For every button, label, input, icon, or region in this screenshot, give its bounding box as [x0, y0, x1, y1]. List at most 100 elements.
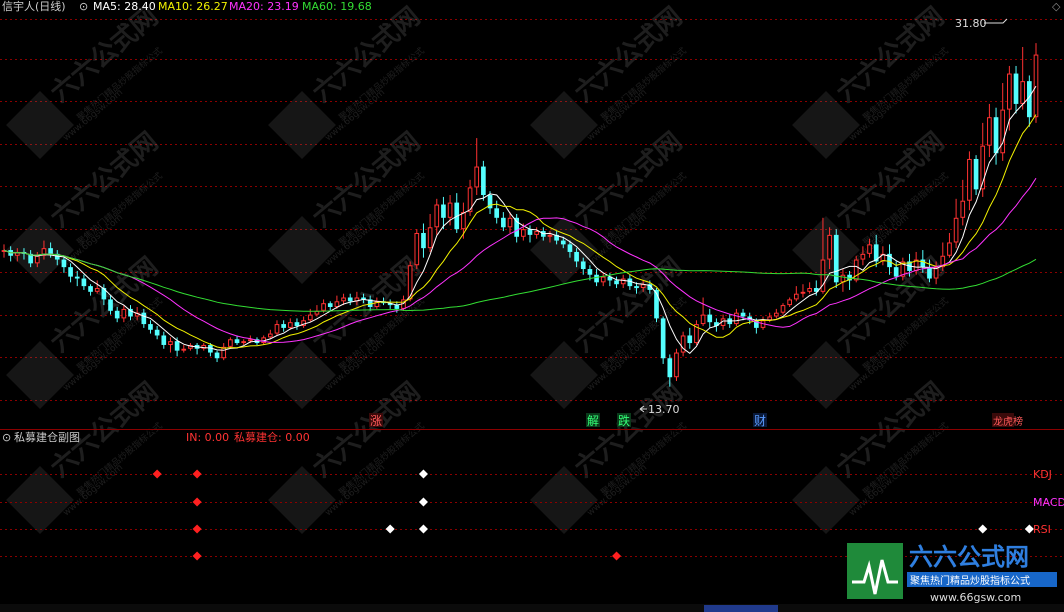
candle-body: [793, 293, 799, 300]
candle-body: [141, 312, 147, 325]
candle-body: [461, 212, 466, 230]
candle-body: [447, 202, 453, 218]
candle-body: [421, 232, 426, 249]
ma5-label: MA5: 28.40: [93, 0, 156, 13]
candle-body: [614, 280, 619, 285]
candle-body: [174, 341, 180, 351]
candlestick[interactable]: [674, 348, 679, 382]
candle-body: [481, 166, 486, 196]
ma60-label: MA60: 19.68: [302, 0, 372, 13]
candle-body: [780, 305, 786, 313]
logo-slogan-text: 聚焦热门精品炒股指标公式: [910, 574, 1030, 587]
logo-url-text: www.66gsw.com: [930, 591, 1021, 604]
row-label-kdj: KDJ: [1033, 468, 1052, 481]
candle-body: [600, 276, 606, 283]
candle-body: [121, 308, 127, 319]
date-axis-highlight: [704, 605, 778, 612]
chevron-down-icon[interactable]: ⊙: [79, 0, 88, 13]
candle-body: [734, 312, 739, 325]
candle-body: [434, 204, 440, 228]
candle-body: [154, 329, 160, 336]
candlestick[interactable]: [660, 316, 666, 364]
candle-body: [494, 208, 500, 218]
candle-body: [321, 303, 326, 311]
event-marker-jie[interactable]: 解: [587, 414, 599, 428]
candle-body: [867, 244, 872, 254]
ma10-label: MA10: 26.27: [158, 0, 228, 13]
candle-body: [927, 267, 932, 279]
candle-body: [287, 322, 293, 328]
candle-body: [707, 314, 713, 323]
candle-body: [181, 348, 187, 351]
candle-body: [1033, 54, 1039, 118]
main-header: 信宇人(日线) ⊙ MA5: 28.40 MA10: 26.27 MA20: 2…: [2, 0, 372, 13]
date-axis-strip: [0, 604, 1064, 612]
candle-body: [987, 117, 992, 146]
sub-jiancang-value: 私募建仓: 0.00: [234, 430, 310, 444]
candle-body: [114, 310, 120, 319]
candle-body: [787, 299, 792, 306]
candle-body: [267, 333, 273, 338]
candlestick[interactable]: [973, 155, 979, 196]
candle-body: [427, 227, 433, 249]
diamond-menu-icon[interactable]: ◇: [1052, 0, 1061, 13]
candle-body: [241, 341, 247, 344]
candle-body: [341, 297, 346, 302]
candle-body: [967, 158, 972, 201]
candle-body: [414, 232, 420, 266]
candle-body: [547, 234, 553, 237]
candle-body: [860, 253, 866, 260]
candle-body: [1013, 73, 1019, 104]
candle-body: [660, 318, 666, 359]
candle-body: [441, 204, 446, 218]
candlestick[interactable]: [1033, 43, 1039, 123]
candle-body: [774, 312, 779, 317]
event-marker-die[interactable]: 跌: [618, 413, 630, 428]
candle-body: [807, 288, 812, 292]
candle-body: [514, 217, 520, 237]
candle-body: [61, 259, 67, 268]
candle-body: [700, 314, 706, 325]
candle-body: [307, 314, 313, 321]
candle-body: [248, 339, 253, 342]
row-label-macd: MACD: [1033, 496, 1064, 509]
logo-brand-text: 六六公式网: [909, 543, 1029, 571]
min-price-label: 13.70: [648, 403, 680, 416]
candle-body: [168, 341, 173, 345]
candle-body: [1007, 73, 1012, 110]
candle-body: [534, 231, 539, 235]
candle-body: [800, 291, 806, 294]
candle-body: [560, 240, 566, 245]
candle-body: [840, 274, 846, 283]
candle-body: [1020, 81, 1026, 104]
candle-body: [88, 286, 93, 292]
event-marker-cai[interactable]: 财: [754, 414, 766, 428]
candle-body: [347, 297, 353, 302]
candle-body: [221, 346, 227, 359]
max-price-label: 31.80: [955, 17, 987, 30]
candle-body: [34, 255, 40, 264]
candle-body: [667, 358, 673, 378]
candle-body: [740, 312, 746, 317]
sub-in-value: IN: 0.00: [186, 431, 229, 444]
candle-body: [627, 278, 633, 287]
event-marker-longhu[interactable]: 龙虎榜: [993, 415, 1023, 428]
candlestick[interactable]: [833, 229, 839, 289]
candle-body: [893, 267, 899, 277]
candle-body: [594, 274, 599, 283]
candle-body: [394, 305, 400, 309]
chart-canvas[interactable]: 六六公式网聚焦热门精品炒股指标公式www.66gsw.com六六公式网聚焦热门精…: [0, 0, 1064, 612]
settings-circle-icon[interactable]: ⊙: [2, 431, 11, 444]
candle-body: [68, 267, 73, 277]
candle-body: [501, 217, 506, 228]
candle-body: [640, 284, 646, 289]
candlestick[interactable]: [414, 229, 420, 270]
candle-body: [767, 316, 773, 321]
candle-body: [827, 234, 832, 260]
candle-body: [214, 352, 220, 359]
candlestick[interactable]: [481, 160, 486, 201]
candle-body: [161, 335, 167, 345]
event-marker-zhang[interactable]: 涨: [370, 413, 382, 428]
candle-body: [507, 217, 513, 228]
candle-body: [108, 299, 113, 311]
